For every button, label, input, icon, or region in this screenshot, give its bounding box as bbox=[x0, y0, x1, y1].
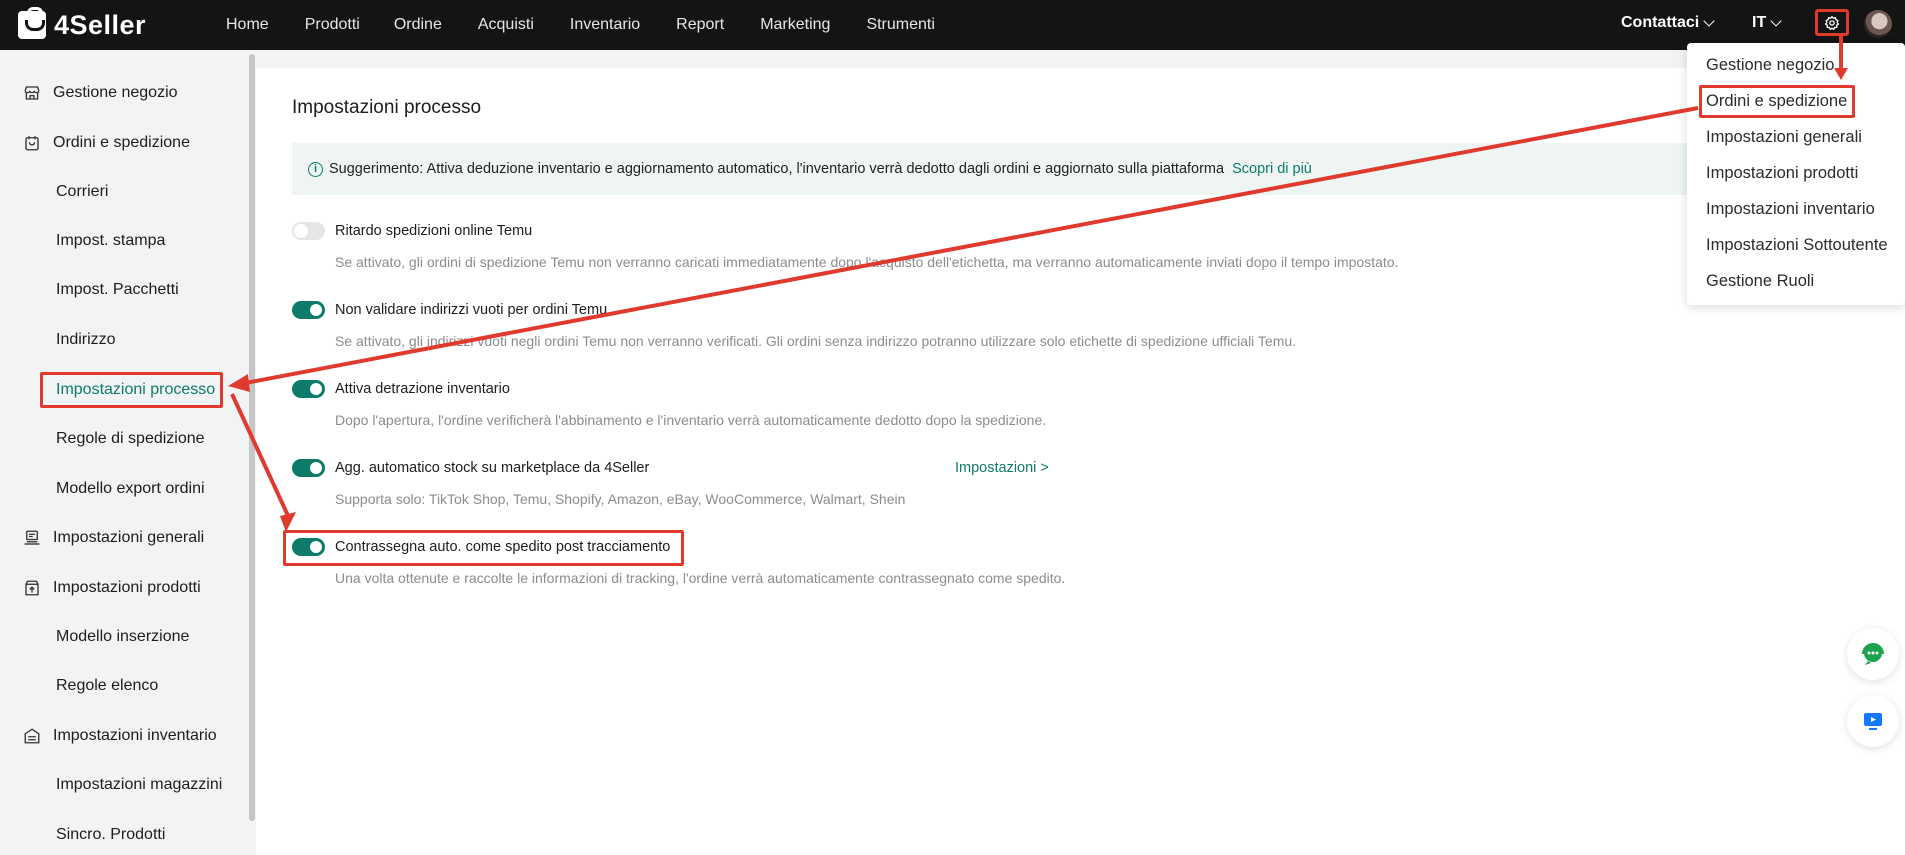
contact-label: Contattaci bbox=[1621, 14, 1700, 31]
settings-button[interactable] bbox=[1815, 9, 1849, 36]
sidebar-item-ordini-spedizione[interactable]: Ordini e spedizione bbox=[0, 130, 190, 156]
main-content: Impostazioni processo i Suggerimento: At… bbox=[256, 50, 1905, 855]
logo-text: 4Seller bbox=[54, 9, 147, 40]
nav-strumenti[interactable]: Strumenti bbox=[866, 16, 934, 34]
sidebar-item-label: Modello inserzione bbox=[56, 628, 190, 645]
sidebar-item-modello-inserzione[interactable]: Modello inserzione bbox=[56, 624, 189, 650]
sidebar-item-label: Impostazioni magazzini bbox=[56, 776, 223, 793]
sidebar-item-label: Ordini e spedizione bbox=[53, 134, 190, 151]
toggle-switch[interactable] bbox=[292, 222, 325, 240]
sidebar-item-label: Impostazioni inventario bbox=[53, 727, 217, 744]
setting-label: Agg. automatico stock su marketplace da … bbox=[335, 460, 650, 476]
sidebar-item-impostazioni-magazzini[interactable]: Impostazioni magazzini bbox=[56, 772, 222, 798]
sidebar-item-sincro-prodotti[interactable]: Sincro. Prodotti bbox=[56, 822, 165, 848]
nav-ordine[interactable]: Ordine bbox=[394, 16, 442, 34]
store-icon bbox=[22, 83, 42, 103]
chat-icon bbox=[1862, 643, 1884, 665]
menu-item-impostazioni-generali[interactable]: Impostazioni generali bbox=[1706, 128, 1862, 147]
sidebar-item-label: Regole di spedizione bbox=[56, 430, 205, 447]
setting-description: Se attivato, gli indirizzi vuoti negli o… bbox=[335, 333, 1297, 349]
annotation-highlight-setting bbox=[283, 530, 684, 566]
sidebar-item-gestione-negozio[interactable]: Gestione negozio bbox=[0, 80, 178, 106]
setting-description: Supporta solo: TikTok Shop, Temu, Shopif… bbox=[335, 491, 906, 507]
tutorial-button[interactable] bbox=[1847, 695, 1899, 747]
toggle-knob bbox=[310, 383, 322, 395]
sidebar-item-impost-pacchetti[interactable]: Impost. Pacchetti bbox=[56, 277, 179, 303]
toggle-switch[interactable] bbox=[292, 301, 325, 319]
menu-item-impostazioni-prodotti[interactable]: Impostazioni prodotti bbox=[1706, 164, 1858, 183]
impostazioni-link[interactable]: Impostazioni > bbox=[955, 459, 1049, 477]
toggle-knob bbox=[294, 224, 308, 238]
main-nav: Home Prodotti Ordine Acquisti Inventario… bbox=[226, 0, 971, 50]
annotation-highlight-menu bbox=[1699, 85, 1855, 118]
sidebar-item-label: Sincro. Prodotti bbox=[56, 826, 166, 843]
sidebar-item-label: Impost. stampa bbox=[56, 232, 166, 249]
sidebar-item-label: Gestione negozio bbox=[53, 84, 178, 101]
avatar[interactable] bbox=[1864, 10, 1892, 38]
tip-banner: i Suggerimento: Attiva deduzione inventa… bbox=[292, 143, 1742, 195]
top-bar: 4Seller Home Prodotti Ordine Acquisti In… bbox=[0, 0, 1905, 50]
chevron-down-icon bbox=[1770, 14, 1782, 27]
setting-label: Ritardo spedizioni online Temu bbox=[335, 223, 533, 239]
nav-marketing[interactable]: Marketing bbox=[760, 16, 830, 34]
logo-icon bbox=[18, 7, 46, 39]
tip-text: Suggerimento: Attiva deduzione inventari… bbox=[329, 161, 1225, 177]
sidebar-item-label: Impostazioni generali bbox=[53, 529, 205, 546]
keyboard-icon bbox=[22, 528, 42, 548]
toggle-knob bbox=[310, 462, 322, 474]
annotation-highlight-sidebar bbox=[40, 372, 223, 408]
sidebar-item-indirizzo[interactable]: Indirizzo bbox=[56, 327, 116, 353]
menu-item-impostazioni-inventario[interactable]: Impostazioni inventario bbox=[1706, 200, 1875, 219]
gear-icon bbox=[1824, 15, 1840, 30]
setting-description: Se attivato, gli ordini di spedizione Te… bbox=[335, 254, 1399, 270]
sidebar-item-impostazioni-inventario[interactable]: Impostazioni inventario bbox=[0, 723, 217, 749]
sidebar-scrollbar[interactable] bbox=[249, 54, 255, 821]
setting-description: Dopo l'apertura, l'ordine verificherà l'… bbox=[335, 412, 1047, 428]
setting-description: Una volta ottenute e raccolte le informa… bbox=[335, 570, 1066, 586]
learn-more-link[interactable]: Scopri di più bbox=[1232, 161, 1312, 177]
sidebar-item-impostazioni-generali[interactable]: Impostazioni generali bbox=[0, 525, 204, 551]
logo[interactable]: 4Seller bbox=[18, 7, 147, 42]
chat-support-button[interactable] bbox=[1847, 628, 1899, 680]
sidebar-item-label: Impost. Pacchetti bbox=[56, 281, 179, 298]
toggle-knob bbox=[310, 304, 322, 316]
chevron-down-icon bbox=[1703, 14, 1715, 27]
info-icon: i bbox=[308, 161, 323, 177]
sidebar-item-regole-spedizione[interactable]: Regole di spedizione bbox=[56, 426, 205, 452]
menu-item-impostazioni-sottoutente[interactable]: Impostazioni Sottoutente bbox=[1706, 236, 1888, 255]
sidebar-item-impost-stampa[interactable]: Impost. stampa bbox=[56, 228, 165, 254]
sidebar-item-label: Regole elenco bbox=[56, 677, 159, 694]
nav-home[interactable]: Home bbox=[226, 16, 269, 34]
setting-label: Non validare indirizzi vuoti per ordini … bbox=[335, 302, 608, 318]
sidebar-item-label: Impostazioni prodotti bbox=[53, 579, 201, 596]
settings-panel: Impostazioni processo i Suggerimento: At… bbox=[256, 68, 1905, 855]
sidebar-item-impostazioni-prodotti[interactable]: Impostazioni prodotti bbox=[0, 575, 201, 601]
language-label: IT bbox=[1752, 14, 1767, 31]
sidebar-item-label: Corrieri bbox=[56, 183, 109, 200]
box-upload-icon bbox=[22, 578, 42, 598]
nav-prodotti[interactable]: Prodotti bbox=[305, 16, 360, 34]
menu-item-gestione-negozio[interactable]: Gestione negozio bbox=[1706, 56, 1834, 75]
contact-menu[interactable]: Contattaci bbox=[1621, 14, 1715, 32]
nav-inventario[interactable]: Inventario bbox=[570, 16, 640, 34]
menu-item-gestione-ruoli[interactable]: Gestione Ruoli bbox=[1706, 272, 1814, 291]
language-menu[interactable]: IT bbox=[1752, 14, 1782, 32]
sidebar-item-label: Indirizzo bbox=[56, 331, 116, 348]
bag-icon bbox=[22, 133, 42, 153]
inventory-icon bbox=[22, 726, 42, 746]
sidebar-item-corrieri[interactable]: Corrieri bbox=[56, 179, 108, 205]
nav-acquisti[interactable]: Acquisti bbox=[478, 16, 534, 34]
settings-dropdown: Gestione negozio Ordini e spedizione Imp… bbox=[1687, 43, 1905, 305]
sidebar-item-label: Modello export ordini bbox=[56, 480, 205, 497]
sidebar-item-regole-elenco[interactable]: Regole elenco bbox=[56, 673, 158, 699]
monitor-play-icon bbox=[1864, 713, 1882, 730]
nav-report[interactable]: Report bbox=[676, 16, 724, 34]
setting-label: Attiva detrazione inventario bbox=[335, 381, 510, 397]
toggle-switch[interactable] bbox=[292, 459, 325, 477]
page-title: Impostazioni processo bbox=[292, 97, 482, 118]
toggle-switch[interactable] bbox=[292, 380, 325, 398]
sidebar-item-modello-export-ordini[interactable]: Modello export ordini bbox=[56, 476, 205, 502]
